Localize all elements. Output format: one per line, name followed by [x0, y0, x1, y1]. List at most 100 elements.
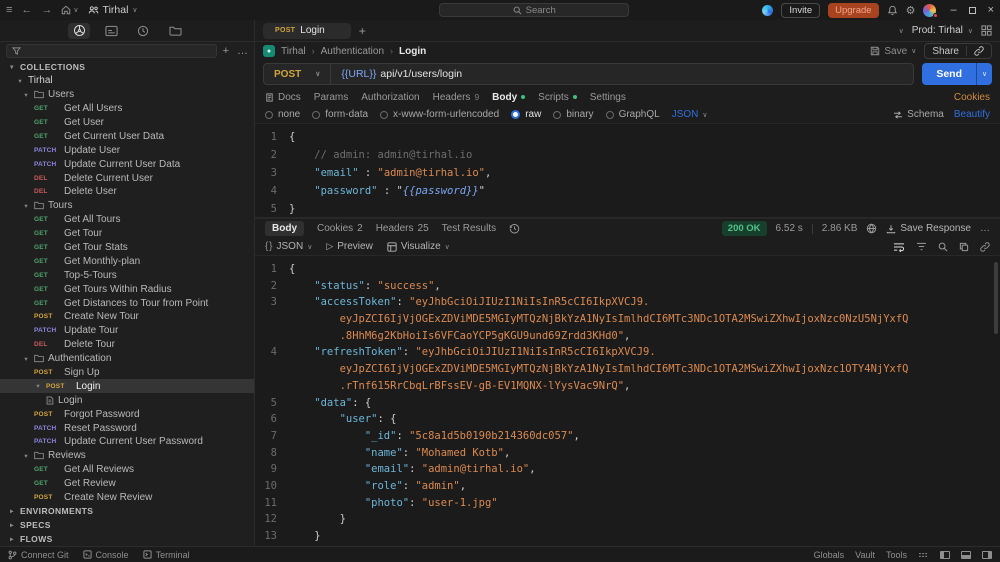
sidebar-item-get-get-tours-within-radius[interactable]: GETGet Tours Within Radius — [0, 282, 254, 296]
sidebar-add-button[interactable]: + — [223, 45, 229, 57]
language-dropdown[interactable]: JSON∨ — [672, 109, 708, 120]
response-more-icon[interactable]: … — [980, 223, 990, 234]
share-button[interactable]: Share — [925, 46, 966, 57]
sidebar-item-del-delete-tour[interactable]: DELDelete Tour — [0, 338, 254, 352]
connect-git-button[interactable]: Connect Git — [8, 550, 69, 560]
globals-button[interactable]: Globals — [814, 550, 845, 560]
sidebar-item-patch-update-tour[interactable]: PATCHUpdate Tour — [0, 324, 254, 338]
sidebar-item-get-get-all-tours[interactable]: GETGet All Tours — [0, 213, 254, 227]
tab-body[interactable]: Body — [492, 92, 525, 103]
sidebar-item-post-create-new-review[interactable]: POSTCreate New Review — [0, 491, 254, 505]
apis-nav-icon[interactable] — [100, 23, 122, 39]
sidebar-item-del-delete-current-user[interactable]: DELDelete Current User — [0, 171, 254, 185]
files-nav-icon[interactable] — [164, 23, 186, 39]
response-history-icon[interactable] — [509, 223, 520, 234]
save-response-button[interactable]: Save Response — [886, 223, 971, 234]
back-icon[interactable]: ← — [21, 5, 32, 16]
mode-graphql[interactable]: GraphQL — [606, 109, 660, 120]
breadcrumb-folder[interactable]: Authentication — [321, 46, 384, 57]
sidebar-item-login[interactable]: Login — [0, 393, 254, 407]
tools-button[interactable]: Tools — [886, 550, 907, 560]
maximize-button[interactable] — [969, 7, 976, 14]
sidebar-item-tirhal[interactable]: ▾Tirhal — [0, 74, 254, 88]
sidebar-item-specs[interactable]: ▸SPECS — [0, 518, 254, 532]
send-button[interactable]: Send — [922, 63, 976, 85]
sidebar-item-patch-update-user[interactable]: PATCHUpdate User — [0, 143, 254, 157]
avatar[interactable] — [923, 4, 936, 17]
sidebar-item-post-login[interactable]: ▾POSTLogin — [0, 379, 254, 393]
copy-link-button[interactable] — [966, 46, 991, 56]
sidebar-item-get-get-all-users[interactable]: GETGet All Users — [0, 102, 254, 116]
sidebar-item-get-get-user[interactable]: GETGet User — [0, 116, 254, 130]
tab-headers[interactable]: Headers9 — [433, 92, 480, 103]
sidebar-item-get-get-monthly-plan[interactable]: GETGet Monthly-plan — [0, 254, 254, 268]
sidebar-item-patch-update-current-user-password[interactable]: PATCHUpdate Current User Password — [0, 435, 254, 449]
sidebar-item-del-delete-user[interactable]: DELDelete User — [0, 185, 254, 199]
sidebar-item-post-sign-up[interactable]: POSTSign Up — [0, 366, 254, 380]
open-request-tab[interactable]: POST Login — [263, 23, 351, 39]
network-info-icon[interactable] — [866, 223, 877, 234]
cookies-link[interactable]: Cookies — [954, 92, 990, 103]
sidebar-item-get-get-tour-stats[interactable]: GETGet Tour Stats — [0, 241, 254, 255]
mode-urlencoded[interactable]: x-www-form-urlencoded — [380, 109, 499, 120]
tab-params[interactable]: Params — [314, 92, 348, 103]
sidebar-item-users[interactable]: ▾Users — [0, 88, 254, 102]
invite-button[interactable]: Invite — [781, 3, 820, 18]
mode-form-data[interactable]: form-data — [312, 109, 368, 120]
preview-button[interactable]: ▷Preview — [326, 241, 373, 252]
visualize-button[interactable]: Visualize∨ — [387, 241, 450, 252]
home-icon[interactable]: ∨ — [61, 5, 78, 15]
toggle-bottom-panel-icon[interactable] — [961, 551, 971, 559]
mode-raw[interactable]: raw — [511, 109, 541, 120]
menu-icon[interactable]: ≡ — [6, 5, 12, 16]
environment-selector[interactable]: Prod: Tirhal ∨ — [912, 25, 973, 36]
schema-button[interactable]: Schema — [893, 109, 944, 120]
sidebar-item-environments[interactable]: ▸ENVIRONMENTS — [0, 505, 254, 519]
sidebar-item-get-top-5-tours[interactable]: GETTop-5-Tours — [0, 268, 254, 282]
response-body-editor[interactable]: 1{2"status": "success",3"accessToken": "… — [255, 256, 1000, 546]
beautify-link[interactable]: Beautify — [954, 109, 990, 120]
sidebar-item-get-get-distances-to-tour-from-point[interactable]: GETGet Distances to Tour from Point — [0, 296, 254, 310]
method-dropdown[interactable]: POST ∨ — [264, 64, 331, 84]
close-button[interactable]: × — [988, 4, 994, 16]
sidebar-item-authentication[interactable]: ▾Authentication — [0, 352, 254, 366]
breadcrumb-collection[interactable]: Tirhal — [281, 46, 306, 57]
breadcrumb-request[interactable]: Login — [399, 46, 426, 57]
upgrade-button[interactable]: Upgrade — [828, 3, 878, 18]
settings-gear-icon[interactable]: ⚙ — [906, 4, 916, 17]
response-scrollbar[interactable] — [994, 262, 998, 334]
send-options-button[interactable]: ∨ — [976, 63, 992, 85]
forward-icon[interactable]: → — [41, 5, 52, 16]
toggle-left-panel-icon[interactable] — [940, 551, 950, 559]
sidebar-item-collections[interactable]: ▾COLLECTIONS — [0, 60, 254, 74]
response-format-dropdown[interactable]: { }JSON∨ — [265, 241, 312, 252]
save-button[interactable]: Save ∨ — [870, 46, 916, 57]
tab-settings[interactable]: Settings — [590, 92, 626, 103]
sidebar-item-post-forgot-password[interactable]: POSTForgot Password — [0, 407, 254, 421]
sidebar-item-reviews[interactable]: ▾Reviews — [0, 449, 254, 463]
mode-none[interactable]: none — [265, 109, 300, 120]
sidebar-item-patch-reset-password[interactable]: PATCHReset Password — [0, 421, 254, 435]
tab-docs[interactable]: Docs — [265, 92, 301, 103]
search-response-icon[interactable] — [938, 242, 948, 252]
request-body-editor[interactable]: 1{2// admin: admin@tirhal.io3"email" : "… — [255, 124, 1000, 218]
toggle-right-panel-icon[interactable] — [982, 551, 992, 559]
sidebar-item-get-get-tour[interactable]: GETGet Tour — [0, 227, 254, 241]
workspace-switcher[interactable]: Tirhal ∨ — [88, 4, 138, 16]
sidebar-item-tours[interactable]: ▾Tours — [0, 199, 254, 213]
sidebar-item-flows[interactable]: ▸FLOWS — [0, 532, 254, 546]
history-nav-icon[interactable] — [132, 23, 154, 39]
bell-icon[interactable] — [887, 5, 898, 16]
sidebar-filter-input[interactable] — [6, 44, 217, 58]
url-input[interactable]: {{URL}} api/v1/users/login — [331, 68, 472, 80]
mode-binary[interactable]: binary — [553, 109, 593, 120]
console-button[interactable]: Console — [83, 550, 129, 560]
vault-button[interactable]: Vault — [855, 550, 875, 560]
sidebar-item-patch-update-current-user-data[interactable]: PATCHUpdate Current User Data — [0, 157, 254, 171]
terminal-button[interactable]: Terminal — [143, 550, 190, 560]
tab-scripts[interactable]: Scripts — [538, 92, 577, 103]
minimize-button[interactable]: – — [950, 4, 956, 16]
sidebar-item-get-get-current-user-data[interactable]: GETGet Current User Data — [0, 129, 254, 143]
sidebar-item-post-create-new-tour[interactable]: POSTCreate New Tour — [0, 310, 254, 324]
collections-nav-icon[interactable] — [68, 23, 90, 39]
